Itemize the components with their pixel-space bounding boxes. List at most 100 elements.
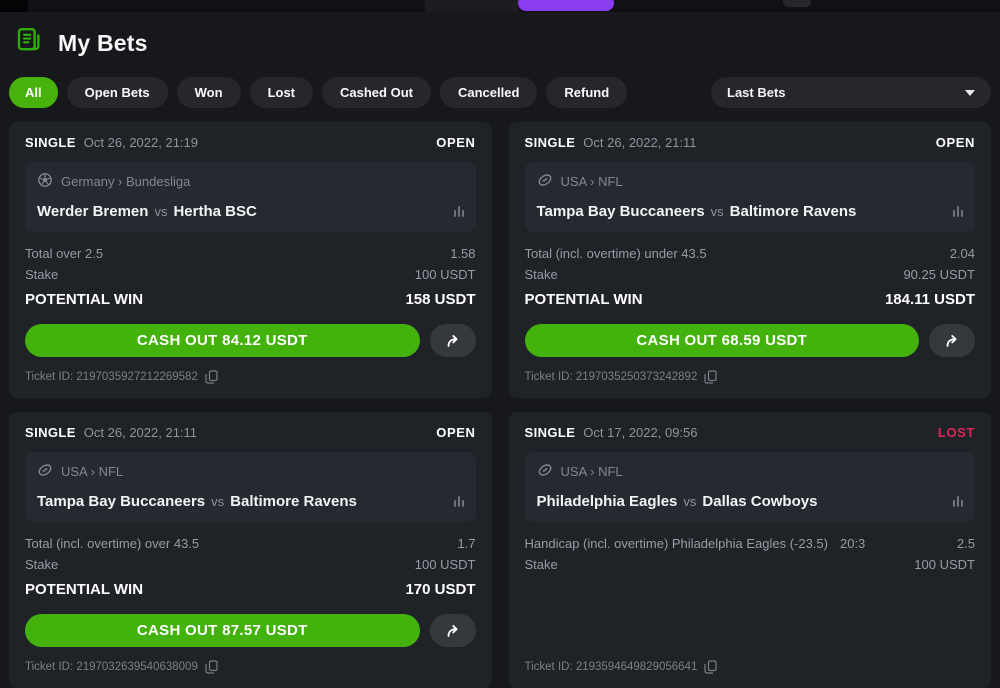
teams-row: Werder Bremen vs Hertha BSC	[37, 203, 464, 220]
bar-chart-icon[interactable]	[953, 496, 963, 507]
match-score: 20:3	[840, 533, 865, 554]
stake-value: 90.25 USDT	[903, 264, 975, 285]
bet-card: SINGLE Oct 26, 2022, 21:11 OPEN USA › N	[509, 122, 992, 398]
bet-details: Total (incl. overtime) over 43.5 1.7 Sta…	[25, 533, 476, 601]
bet-card-header: SINGLE Oct 26, 2022, 21:11 OPEN	[525, 135, 976, 150]
cashout-button[interactable]: CASH OUT 68.59 USDT	[525, 324, 920, 357]
potential-win-label: POTENTIAL WIN	[525, 288, 643, 311]
stake-value: 100 USDT	[415, 554, 476, 575]
selection-row: Total (incl. overtime) under 43.5 2.04	[525, 243, 976, 264]
top-nav-strip	[0, 0, 1000, 12]
potential-win-value: 170 USDT	[405, 578, 475, 601]
selection-label: Total (incl. overtime) over 43.5	[25, 533, 199, 554]
bet-card-header: SINGLE Oct 26, 2022, 21:19 OPEN	[25, 135, 476, 150]
selection-row: Total (incl. overtime) over 43.5 1.7	[25, 533, 476, 554]
ticket-row: Ticket ID: 2197035927212269582	[25, 370, 476, 384]
bet-type: SINGLE	[525, 135, 576, 150]
stake-row: Stake 100 USDT	[25, 554, 476, 575]
odds-value: 1.58	[450, 243, 475, 264]
bet-card: SINGLE Oct 26, 2022, 21:19 OPEN Germany …	[9, 122, 492, 398]
share-button[interactable]	[430, 614, 476, 647]
home-team: Werder Bremen	[37, 203, 148, 220]
league-row: USA › NFL	[537, 462, 964, 481]
match-block: Germany › Bundesliga Werder Bremen vs He…	[25, 162, 476, 232]
stake-row: Stake 90.25 USDT	[525, 264, 976, 285]
teams-row: Tampa Bay Buccaneers vs Baltimore Ravens	[37, 493, 464, 510]
sort-dropdown[interactable]: Last Bets	[711, 77, 991, 108]
bet-details: Handicap (incl. overtime) Philadelphia E…	[525, 533, 976, 575]
away-team: Baltimore Ravens	[730, 203, 857, 220]
ticket-id: Ticket ID: 2197035250373242892	[525, 371, 698, 383]
away-team: Dallas Cowboys	[702, 493, 817, 510]
top-nav-mini-element	[783, 0, 811, 7]
potential-win-label: POTENTIAL WIN	[25, 578, 143, 601]
vs-label: vs	[683, 494, 696, 509]
copy-icon[interactable]	[205, 370, 218, 384]
sort-dropdown-value: Last Bets	[727, 85, 786, 100]
league-row: USA › NFL	[37, 462, 464, 481]
bet-date: Oct 26, 2022, 21:19	[84, 135, 198, 150]
share-button[interactable]	[430, 324, 476, 357]
bet-date: Oct 26, 2022, 21:11	[583, 135, 696, 150]
share-button[interactable]	[929, 324, 975, 357]
copy-icon[interactable]	[205, 660, 218, 674]
filter-open-bets[interactable]: Open Bets	[67, 77, 168, 108]
vs-label: vs	[211, 494, 224, 509]
away-team: Hertha BSC	[173, 203, 256, 220]
bet-card-header: SINGLE Oct 26, 2022, 21:11 OPEN	[25, 425, 476, 440]
filter-cashed-out[interactable]: Cashed Out	[322, 77, 431, 108]
cashout-button[interactable]: CASH OUT 87.57 USDT	[25, 614, 420, 647]
match-block: USA › NFL Philadelphia Eagles vs Dallas …	[525, 452, 976, 522]
american-football-icon	[537, 462, 553, 481]
status-badge: OPEN	[936, 135, 975, 150]
selection-row: Total over 2.5 1.58	[25, 243, 476, 264]
my-bets-page: My Bets All Open Bets Won Lost Cashed Ou…	[0, 12, 1000, 688]
filter-cancelled[interactable]: Cancelled	[440, 77, 537, 108]
vs-label: vs	[711, 204, 724, 219]
away-team: Baltimore Ravens	[230, 493, 357, 510]
ticket-id: Ticket ID: 2197032639540638009	[25, 661, 198, 673]
bar-chart-icon[interactable]	[454, 496, 464, 507]
page-title: My Bets	[58, 30, 148, 57]
home-team: Tampa Bay Buccaneers	[37, 493, 205, 510]
match-block: USA › NFL Tampa Bay Buccaneers vs Baltim…	[525, 162, 976, 232]
card-actions: CASH OUT 84.12 USDT	[25, 324, 476, 357]
filter-lost[interactable]: Lost	[250, 77, 313, 108]
ticket-id: Ticket ID: 2197035927212269582	[25, 371, 198, 383]
bet-date: Oct 26, 2022, 21:11	[84, 425, 197, 440]
potential-win-row: POTENTIAL WIN 158 USDT	[25, 288, 476, 311]
stake-value: 100 USDT	[415, 264, 476, 285]
bet-cards-grid: SINGLE Oct 26, 2022, 21:19 OPEN Germany …	[9, 122, 991, 688]
bet-details: Total over 2.5 1.58 Stake 100 USDT POTEN…	[25, 243, 476, 311]
card-actions: CASH OUT 87.57 USDT	[25, 614, 476, 647]
stake-label: Stake	[525, 554, 558, 575]
teams-row: Philadelphia Eagles vs Dallas Cowboys	[537, 493, 964, 510]
league-row: Germany › Bundesliga	[37, 172, 464, 191]
copy-icon[interactable]	[704, 660, 717, 674]
league-label: USA › NFL	[561, 174, 623, 189]
bet-card: SINGLE Oct 26, 2022, 21:11 OPEN USA › N	[9, 412, 492, 688]
league-label: Germany › Bundesliga	[61, 174, 190, 189]
top-nav-segment	[0, 0, 28, 12]
potential-win-row: POTENTIAL WIN 170 USDT	[25, 578, 476, 601]
cashout-button[interactable]: CASH OUT 84.12 USDT	[25, 324, 420, 357]
stake-row: Stake 100 USDT	[525, 554, 976, 575]
top-nav-active-button[interactable]	[518, 0, 614, 11]
bet-details: Total (incl. overtime) under 43.5 2.04 S…	[525, 243, 976, 311]
bet-type: SINGLE	[25, 135, 76, 150]
league-row: USA › NFL	[537, 172, 964, 191]
filter-won[interactable]: Won	[177, 77, 241, 108]
bets-ticket-icon	[14, 26, 44, 61]
ticket-row: Ticket ID: 2193594649829056641	[525, 660, 976, 674]
american-football-icon	[537, 172, 553, 191]
filter-all[interactable]: All	[9, 77, 58, 108]
odds-value: 2.5	[957, 533, 975, 554]
selection-label: Handicap (incl. overtime) Philadelphia E…	[525, 533, 828, 554]
copy-icon[interactable]	[704, 370, 717, 384]
bar-chart-icon[interactable]	[454, 206, 464, 217]
filter-refund[interactable]: Refund	[546, 77, 627, 108]
status-badge: OPEN	[436, 425, 475, 440]
bar-chart-icon[interactable]	[953, 206, 963, 217]
league-label: USA › NFL	[561, 464, 623, 479]
stake-value: 100 USDT	[914, 554, 975, 575]
